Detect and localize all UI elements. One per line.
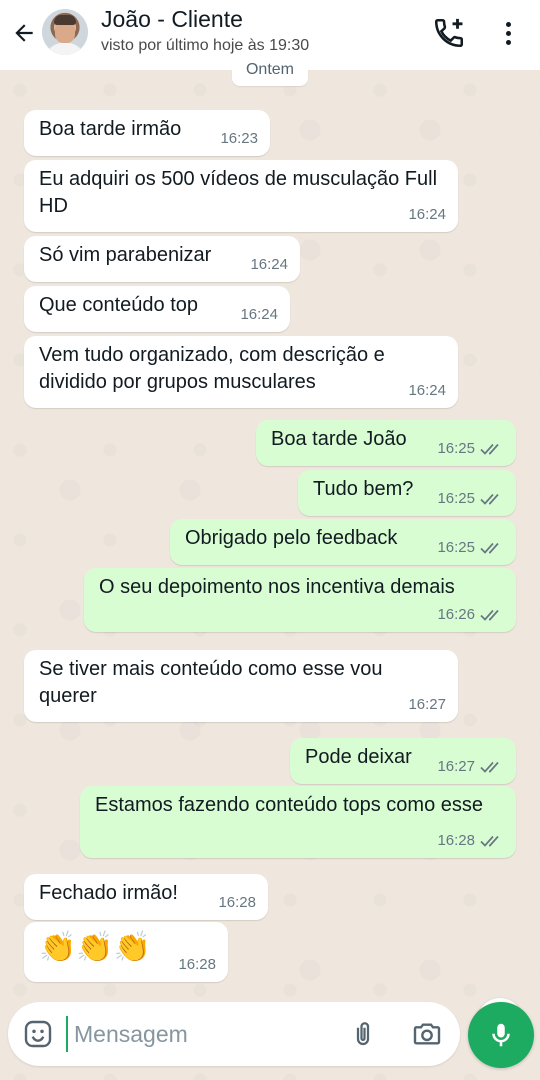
chat-area[interactable]: Boa tarde irmão 16:23 Eu adquiri os 500 ví…: [0, 70, 540, 1080]
message-time: 16:24: [250, 256, 288, 273]
message-time: 16:26: [437, 606, 475, 623]
outgoing-message[interactable]: Tudo bem? 16:25: [298, 470, 516, 516]
message-time: 16:27: [408, 696, 446, 713]
contact-name[interactable]: João - Cliente: [101, 6, 243, 33]
outgoing-message[interactable]: O seu depoimento nos incentiva demais 16:…: [84, 568, 516, 632]
mic-icon: [492, 1023, 510, 1047]
message-meta: 16:24: [408, 377, 446, 404]
incoming-message[interactable]: Fechado irmão! 16:28: [24, 874, 268, 920]
mic-button[interactable]: [468, 1002, 534, 1068]
message-meta: 16:25: [437, 485, 504, 512]
incoming-message[interactable]: Que conteúdo top 16:24: [24, 286, 290, 332]
outgoing-message[interactable]: Boa tarde João 16:25: [256, 420, 516, 466]
date-separator: Ontem: [232, 60, 308, 86]
message-time: 16:28: [178, 956, 216, 973]
message-text: Estamos fazendo conteúdo tops como esse: [95, 794, 484, 816]
incoming-message[interactable]: Boa tarde irmão 16:23: [24, 110, 270, 156]
message-text: O seu depoimento nos incentiva demais: [99, 576, 455, 598]
message-meta: 16:27: [408, 691, 446, 718]
message-meta: 16:28: [218, 889, 256, 916]
message-time: 16:25: [437, 539, 475, 556]
emoji-icon[interactable]: [22, 1018, 54, 1050]
message-time: 16:25: [437, 490, 475, 507]
incoming-message[interactable]: 👏👏👏 16:28: [24, 922, 228, 982]
incoming-message[interactable]: Só vim parabenizar 16:24: [24, 236, 300, 282]
back-arrow-icon[interactable]: [8, 17, 40, 49]
incoming-message[interactable]: Vem tudo organizado, com descrição e div…: [24, 336, 458, 408]
message-text: Só vim parabenizar: [39, 244, 212, 266]
more-vertical-icon[interactable]: [496, 16, 520, 50]
message-time: 16:24: [408, 206, 446, 223]
message-text: Eu adquiri os 500 vídeos de musculação F…: [39, 168, 443, 217]
message-meta: 16:23: [220, 125, 258, 152]
message-meta: 16:24: [408, 201, 446, 228]
outgoing-message[interactable]: Estamos fazendo conteúdo tops como esse 1…: [80, 786, 516, 858]
camera-icon[interactable]: [410, 1018, 444, 1050]
double-check-icon: [480, 608, 504, 622]
double-check-icon: [480, 834, 504, 848]
message-meta: 16:26: [437, 601, 504, 628]
double-check-icon: [480, 760, 504, 774]
outgoing-message[interactable]: Pode deixar 16:27: [290, 738, 516, 784]
contact-avatar[interactable]: [42, 9, 88, 55]
incoming-message[interactable]: Eu adquiri os 500 vídeos de musculação F…: [24, 160, 458, 232]
message-meta: 16:28: [178, 951, 216, 978]
double-check-icon: [480, 541, 504, 555]
message-meta: 16:25: [437, 435, 504, 462]
message-time: 16:28: [437, 832, 475, 849]
message-time: 16:24: [408, 382, 446, 399]
message-text: Se tiver mais conteúdo como esse vou que…: [39, 658, 389, 707]
double-check-icon: [480, 492, 504, 506]
message-meta: 16:25: [437, 534, 504, 561]
message-time: 16:24: [240, 306, 278, 323]
message-time: 16:28: [218, 894, 256, 911]
attach-icon[interactable]: [348, 1017, 378, 1051]
message-time: 16:23: [220, 130, 258, 147]
double-check-icon: [480, 442, 504, 456]
message-text: Vem tudo organizado, com descrição e div…: [39, 344, 391, 393]
add-call-icon[interactable]: [432, 16, 466, 50]
message-input[interactable]: [66, 1016, 316, 1052]
incoming-message[interactable]: Se tiver mais conteúdo como esse vou que…: [24, 650, 458, 722]
message-time: 16:25: [437, 440, 475, 457]
message-meta: 16:24: [250, 251, 288, 278]
outgoing-message[interactable]: Obrigado pelo feedback 16:25: [170, 519, 516, 565]
message-time: 16:27: [437, 758, 475, 775]
message-composer: [8, 1002, 460, 1066]
message-meta: 16:24: [240, 301, 278, 328]
message-meta: 16:28: [437, 827, 504, 854]
message-meta: 16:27: [437, 753, 504, 780]
last-seen-status: visto por último hoje às 19:30: [101, 37, 310, 54]
